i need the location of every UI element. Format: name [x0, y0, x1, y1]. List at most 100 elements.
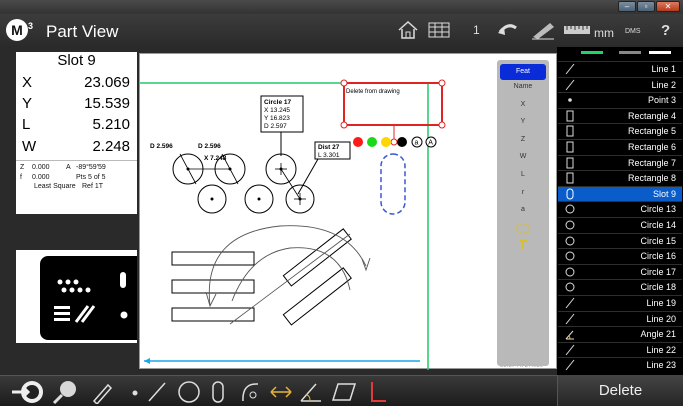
- undo-icon[interactable]: [496, 20, 520, 40]
- readout-row-x: X 23.069: [22, 74, 130, 91]
- feature-name: Line 1: [651, 64, 676, 74]
- line-icon: [565, 297, 575, 309]
- slot-tool-icon[interactable]: [210, 379, 226, 404]
- color-yellow-swatch[interactable]: [381, 137, 391, 147]
- parallelogram-tool-icon[interactable]: [330, 379, 358, 404]
- part-thumbnail[interactable]: [16, 250, 150, 343]
- part-thumbnail-image: [40, 256, 150, 340]
- panel-tab-green[interactable]: [581, 51, 603, 54]
- feature-name: Line 20: [646, 313, 676, 324]
- feature-row[interactable]: Slot 9: [558, 185, 682, 201]
- column-name[interactable]: Name: [497, 83, 549, 97]
- rectangle-icon: [565, 125, 575, 137]
- color-black-swatch[interactable]: [397, 137, 407, 147]
- circle-icon: [565, 250, 575, 262]
- svg-text:X 13.245: X 13.245: [264, 107, 290, 114]
- line-icon: [565, 344, 575, 356]
- angle-tool-icon[interactable]: [298, 379, 324, 404]
- feature-row[interactable]: Circle 15: [558, 232, 682, 248]
- panel-tab-white[interactable]: [649, 51, 671, 54]
- feature-name: Point 3: [647, 95, 676, 106]
- edit-drawing-icon[interactable]: [530, 19, 556, 41]
- pen-icon[interactable]: [90, 379, 114, 404]
- panel-tab-gray[interactable]: [619, 51, 641, 54]
- feature-row[interactable]: Point 3: [558, 92, 682, 107]
- feature-row[interactable]: Rectangle 4: [558, 107, 682, 123]
- ruler-icon[interactable]: [563, 24, 591, 36]
- drawing-canvas[interactable]: Delete from drawing a A Circle 17 X 13.2…: [139, 53, 558, 370]
- table-view-icon[interactable]: [428, 22, 450, 38]
- rectangle-4[interactable]: [171, 251, 255, 266]
- column-z[interactable]: Z: [497, 136, 549, 150]
- color-red-swatch[interactable]: [353, 137, 363, 147]
- circle-icon: [565, 266, 575, 278]
- feature-row[interactable]: Line 22: [558, 341, 682, 357]
- column-l[interactable]: L: [497, 171, 549, 185]
- column-w[interactable]: W: [497, 153, 549, 167]
- magnifier-icon[interactable]: [52, 379, 80, 404]
- feature-row[interactable]: Line 23: [558, 357, 682, 372]
- maximize-button[interactable]: ▫: [637, 1, 655, 12]
- column-y[interactable]: Y: [497, 118, 549, 132]
- close-button[interactable]: ✕: [656, 1, 680, 12]
- help-button[interactable]: ?: [661, 22, 670, 39]
- feature-name: Slot 9: [652, 188, 676, 199]
- point-tool-icon[interactable]: [128, 379, 142, 404]
- circle-tool-icon[interactable]: [176, 379, 202, 404]
- app-header: M3 Part View 1 mm DMS ?: [0, 14, 683, 47]
- feature-row[interactable]: Angle 21: [558, 326, 682, 341]
- column-r[interactable]: r: [497, 189, 549, 203]
- app-logo: M3: [6, 19, 33, 41]
- column-a[interactable]: a: [497, 206, 549, 220]
- feature-row[interactable]: Circle 18: [558, 279, 682, 294]
- line-tool-icon[interactable]: [146, 379, 168, 404]
- feature-row[interactable]: Rectangle 6: [558, 139, 682, 154]
- part-drawing[interactable]: Delete from drawing a A Circle 17 X 13.2…: [140, 54, 558, 370]
- svg-text:Dist 27: Dist 27: [318, 144, 340, 151]
- color-green-swatch[interactable]: [367, 137, 377, 147]
- distance-tool-icon[interactable]: [268, 379, 294, 404]
- feature-name: Rectangle 6: [627, 142, 676, 152]
- column-x[interactable]: X: [497, 101, 549, 115]
- svg-text:D 2.597: D 2.597: [264, 123, 287, 130]
- feature-row[interactable]: Rectangle 7: [558, 154, 682, 170]
- rectangle-6[interactable]: [171, 307, 255, 322]
- z-label: Z: [20, 164, 25, 171]
- feature-name: Line 2: [651, 79, 676, 90]
- feature-row[interactable]: Line 2: [558, 76, 682, 92]
- feature-row[interactable]: Circle 16: [558, 248, 682, 263]
- feature-name: Line 22: [646, 344, 676, 355]
- home-icon[interactable]: [397, 20, 419, 40]
- feature-row[interactable]: Line 1: [558, 61, 682, 76]
- column-box-icon[interactable]: [516, 224, 530, 234]
- feature-name: Circle 15: [640, 235, 676, 246]
- measure-probe-icon[interactable]: [10, 379, 46, 404]
- column-text-icon[interactable]: [518, 240, 528, 250]
- delete-button[interactable]: Delete: [557, 375, 683, 406]
- feature-name: Line 19: [646, 298, 676, 308]
- feature-row[interactable]: Rectangle 8: [558, 170, 682, 185]
- a-value: -89°59'59: [76, 164, 106, 171]
- unit-toggle[interactable]: mm: [594, 26, 614, 40]
- slot-9-shape[interactable]: [380, 153, 406, 215]
- svg-text:D 2.596: D 2.596: [198, 143, 221, 150]
- perpendicular-tool-icon[interactable]: [366, 379, 388, 404]
- circle-icon: [565, 235, 575, 247]
- minimize-button[interactable]: –: [618, 1, 636, 12]
- feature-row[interactable]: Circle 14: [558, 217, 682, 232]
- feature-row[interactable]: Line 20: [558, 310, 682, 326]
- feature-row[interactable]: Circle 13: [558, 201, 682, 216]
- line-icon: [565, 63, 575, 75]
- feature-readout: Slot 9 X 23.069 Y 15.539 L 5.210 W 2.248 Z 0…: [16, 52, 137, 214]
- line-icon: [565, 79, 575, 91]
- angle-unit-toggle[interactable]: DMS: [625, 28, 641, 35]
- feature-row[interactable]: Circle 17: [558, 263, 682, 279]
- feature-row[interactable]: Rectangle 5: [558, 123, 682, 138]
- column-header[interactable]: Feat: [500, 64, 546, 80]
- feature-row[interactable]: Line 19: [558, 295, 682, 310]
- svg-text:L 3.301: L 3.301: [318, 152, 340, 159]
- fit-method: Least Square: [34, 183, 76, 190]
- small-text-label: a: [415, 140, 419, 147]
- arc-tool-icon[interactable]: [238, 379, 262, 404]
- rectangle-icon: [565, 157, 575, 169]
